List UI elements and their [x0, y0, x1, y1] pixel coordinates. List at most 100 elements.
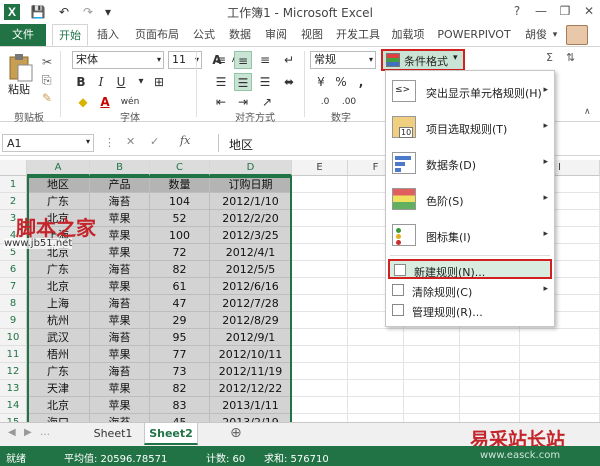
table-cell[interactable]: 2012/6/16 — [210, 278, 292, 295]
table-header-cell[interactable]: 数量 — [150, 176, 210, 193]
menu-item-highlight-rules[interactable]: ≤> 突出显示单元格规则(H) ▸ — [386, 77, 554, 107]
table-cell[interactable]: 2012/11/19 — [210, 363, 292, 380]
table-cell[interactable]: 苹果 — [90, 346, 150, 363]
menu-item-color-scales[interactable]: 色阶(S) ▸ — [386, 185, 554, 215]
row-header[interactable]: 9 — [0, 312, 27, 329]
empty-cell[interactable] — [292, 227, 348, 244]
table-cell[interactable]: 海口 — [27, 414, 90, 422]
empty-cell[interactable] — [460, 397, 520, 414]
number-format-select[interactable]: 常规 ▾ — [310, 51, 376, 69]
empty-cell[interactable] — [292, 176, 348, 193]
table-cell[interactable]: 2012/7/28 — [210, 295, 292, 312]
table-cell[interactable]: 2012/9/1 — [210, 329, 292, 346]
tab-review[interactable]: 审阅 — [260, 24, 292, 46]
tab-view[interactable]: 视图 — [296, 24, 328, 46]
tab-sheet1[interactable]: Sheet1 — [88, 423, 138, 445]
table-cell[interactable]: 北京 — [27, 397, 90, 414]
empty-cell[interactable] — [520, 380, 600, 397]
row-header[interactable]: 14 — [0, 397, 27, 414]
table-cell[interactable]: 广东 — [27, 363, 90, 380]
empty-cell[interactable] — [348, 414, 404, 422]
table-cell[interactable]: 海苔 — [90, 414, 150, 422]
row-header[interactable]: 1 — [0, 176, 27, 193]
save-icon[interactable]: 💾 — [30, 4, 46, 20]
fill-color-button[interactable]: ◆ — [74, 93, 92, 111]
table-cell[interactable]: 2012/2/20 — [210, 210, 292, 227]
table-cell[interactable]: 2012/8/29 — [210, 312, 292, 329]
column-header[interactable]: D — [210, 160, 292, 176]
redo-icon[interactable]: ↷ — [80, 4, 96, 20]
table-cell[interactable]: 104 — [150, 193, 210, 210]
scroll-right-icon[interactable]: ▶ — [24, 427, 32, 438]
empty-cell[interactable] — [292, 414, 348, 422]
empty-cell[interactable] — [348, 397, 404, 414]
undo-icon[interactable]: ↶ — [56, 4, 72, 20]
table-cell[interactable]: 苹果 — [90, 227, 150, 244]
table-cell[interactable]: 100 — [150, 227, 210, 244]
enter-icon[interactable]: ✓ — [150, 135, 159, 148]
wrap-text-icon[interactable]: ↵ — [280, 51, 298, 69]
table-cell[interactable]: 73 — [150, 363, 210, 380]
empty-cell[interactable] — [292, 312, 348, 329]
scroll-left-icon[interactable]: ◀ — [8, 427, 16, 438]
comma-button[interactable]: , — [352, 73, 370, 91]
align-bottom-icon[interactable]: ≡ — [256, 51, 274, 69]
empty-cell[interactable] — [292, 397, 348, 414]
add-sheet-button[interactable]: ⊕ — [230, 425, 242, 441]
row-header[interactable]: 7 — [0, 278, 27, 295]
empty-cell[interactable] — [348, 329, 404, 346]
table-cell[interactable]: 苹果 — [90, 380, 150, 397]
empty-cell[interactable] — [520, 397, 600, 414]
empty-cell[interactable] — [292, 346, 348, 363]
align-right-icon[interactable]: ☰ — [256, 73, 274, 91]
tab-addins[interactable]: 加载项 — [386, 24, 430, 46]
tab-data[interactable]: 数据 — [224, 24, 256, 46]
percent-button[interactable]: % — [332, 73, 350, 91]
merge-cells-icon[interactable]: ⬌ — [280, 73, 298, 91]
borders-icon[interactable]: ⊞ — [150, 73, 168, 91]
table-cell[interactable]: 海苔 — [90, 193, 150, 210]
menu-item-new-rule[interactable]: 新建规则(N)... — [388, 259, 552, 279]
table-cell[interactable]: 2013/2/19 — [210, 414, 292, 422]
tab-page-layout[interactable]: 页面布局 — [128, 24, 186, 46]
select-all-corner[interactable] — [0, 160, 27, 176]
empty-cell[interactable] — [348, 380, 404, 397]
table-cell[interactable]: 29 — [150, 312, 210, 329]
close-button[interactable]: ✕ — [578, 2, 600, 20]
table-header-cell[interactable]: 订购日期 — [210, 176, 292, 193]
menu-item-clear-rules[interactable]: 清除规则(C) ▸ — [386, 281, 554, 301]
copy-icon[interactable]: ⎘ — [42, 73, 52, 88]
table-cell[interactable]: 2012/12/22 — [210, 380, 292, 397]
restore-button[interactable]: ❐ — [554, 2, 576, 20]
table-cell[interactable]: 83 — [150, 397, 210, 414]
empty-cell[interactable] — [404, 397, 460, 414]
help-button[interactable]: ? — [506, 2, 528, 20]
table-cell[interactable]: 82 — [150, 380, 210, 397]
empty-cell[interactable] — [460, 414, 520, 422]
chevron-down-icon[interactable]: ▾ — [132, 73, 150, 91]
tab-home[interactable]: 开始 — [52, 24, 88, 46]
table-header-cell[interactable]: 产品 — [90, 176, 150, 193]
empty-cell[interactable] — [292, 363, 348, 380]
empty-cell[interactable] — [460, 329, 520, 346]
table-cell[interactable]: 苹果 — [90, 278, 150, 295]
insert-function-icon[interactable]: fx — [180, 134, 190, 147]
empty-cell[interactable] — [292, 278, 348, 295]
avatar[interactable] — [566, 25, 588, 45]
row-header[interactable]: 2 — [0, 193, 27, 210]
empty-cell[interactable] — [404, 346, 460, 363]
table-cell[interactable]: 海苔 — [90, 329, 150, 346]
table-cell[interactable]: 广东 — [27, 261, 90, 278]
conditional-formatting-button[interactable]: 条件格式 ▾ — [381, 49, 465, 71]
table-cell[interactable]: 杭州 — [27, 312, 90, 329]
empty-cell[interactable] — [404, 329, 460, 346]
empty-cell[interactable] — [292, 380, 348, 397]
tab-formulas[interactable]: 公式 — [188, 24, 220, 46]
format-painter-icon[interactable]: ✎ — [42, 91, 52, 105]
column-header[interactable]: C — [150, 160, 210, 176]
table-cell[interactable]: 82 — [150, 261, 210, 278]
empty-cell[interactable] — [404, 414, 460, 422]
align-left-icon[interactable]: ☰ — [212, 73, 230, 91]
empty-cell[interactable] — [520, 363, 600, 380]
table-cell[interactable]: 苹果 — [90, 397, 150, 414]
